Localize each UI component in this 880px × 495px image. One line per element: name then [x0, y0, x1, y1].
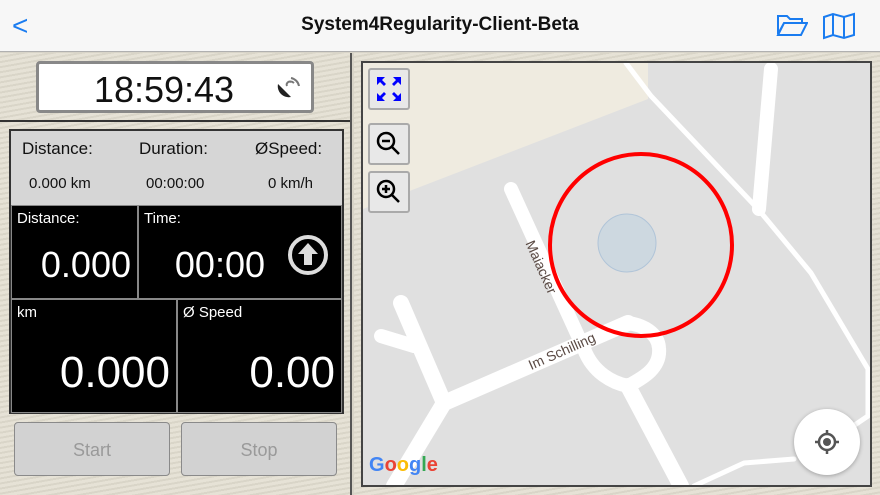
- time-cell: Time: 00:00: [138, 205, 342, 299]
- divider: [0, 120, 350, 122]
- logo-letter: o: [396, 454, 409, 476]
- km-cell-label: km: [17, 304, 37, 321]
- expand-icon: [377, 77, 401, 101]
- zoom-out-button[interactable]: [368, 123, 410, 165]
- logo-letter: g: [409, 454, 422, 476]
- map-view[interactable]: Maiacker Im Schilling Google: [361, 61, 872, 487]
- logo-letter: G: [369, 454, 385, 476]
- speed-header: ØSpeed:: [255, 139, 323, 158]
- distance-cell: Distance: 0.000: [11, 205, 138, 299]
- duration-value: 00:00:00: [146, 175, 205, 192]
- map-icon[interactable]: [822, 12, 856, 40]
- distance-cell-value: 0.000: [40, 244, 131, 285]
- distance-value: 0.000 km: [29, 175, 91, 192]
- google-logo: Google: [369, 454, 438, 477]
- distance-cell-label: Distance:: [17, 210, 80, 227]
- stop-button[interactable]: Stop: [181, 422, 337, 476]
- km-cell-value: 0.000: [59, 348, 170, 397]
- logo-letter: e: [426, 454, 438, 476]
- stats-panel: Distance: Duration: ØSpeed: 0.000 km 00:…: [9, 129, 344, 414]
- my-location-button[interactable]: [794, 409, 860, 475]
- folder-open-icon[interactable]: [776, 12, 808, 38]
- avg-speed-cell-label: Ø Speed: [183, 304, 243, 321]
- clock-display: 18:59:43: [36, 61, 314, 113]
- avg-speed-cell: Ø Speed 0.00: [177, 299, 342, 413]
- satellite-dish-icon: [277, 77, 300, 98]
- zoom-in-button[interactable]: [368, 171, 410, 213]
- navigation-bar: < System4Regularity-Client-Beta: [0, 0, 880, 52]
- clock-time: 18:59:43: [93, 69, 235, 110]
- distance-header: Distance:: [22, 139, 93, 158]
- avg-speed-cell-value: 0.00: [249, 348, 335, 397]
- map-panel: Maiacker Im Schilling Google: [354, 53, 880, 495]
- app-title: System4Regularity-Client-Beta: [301, 14, 579, 35]
- speed-value: 0 km/h: [268, 175, 314, 192]
- zoom-in-icon: [376, 179, 400, 203]
- start-button[interactable]: Start: [14, 422, 170, 476]
- time-cell-label: Time:: [144, 210, 181, 227]
- map-roads: [363, 63, 870, 485]
- time-cell-value: 00:00: [174, 244, 265, 285]
- crosshair-icon: [815, 430, 839, 454]
- fullscreen-button[interactable]: [368, 68, 410, 110]
- left-panel: 18:59:43 Distance: Duration: ØSpeed: 0.0…: [0, 53, 352, 495]
- upload-arrow-icon[interactable]: [287, 234, 329, 276]
- duration-header: Duration:: [139, 139, 208, 158]
- km-cell: km 0.000: [11, 299, 177, 413]
- logo-letter: o: [384, 454, 397, 476]
- zoom-out-icon: [376, 131, 400, 155]
